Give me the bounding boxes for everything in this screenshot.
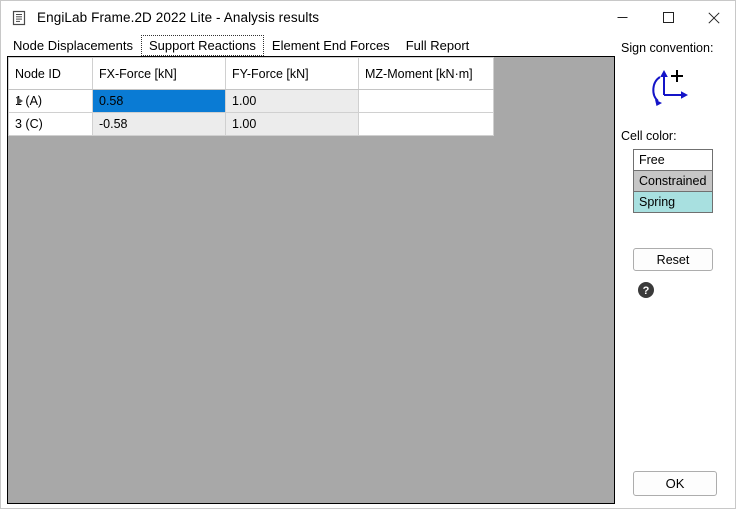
cell-fx-force[interactable]: 0.58 <box>92 89 226 113</box>
cell-fy-force[interactable]: 1.00 <box>225 89 359 113</box>
tab-node-displacements[interactable]: Node Displacements <box>5 35 141 56</box>
cell-node-id[interactable]: 3 (C) <box>8 112 93 136</box>
ok-button[interactable]: OK <box>633 471 717 496</box>
document-report-icon <box>11 10 27 26</box>
column-header-fx-force[interactable]: FX-Force [kN] <box>92 57 226 90</box>
tab-support-reactions[interactable]: Support Reactions <box>140 35 264 56</box>
window-controls <box>599 1 735 34</box>
support-reactions-table: Node ID FX-Force [kN] FY-Force [kN] MZ-M… <box>8 57 494 136</box>
legend-item-constrained[interactable]: Constrained <box>633 170 713 192</box>
node-id-label: 3 (C) <box>15 117 43 131</box>
column-header-node-id[interactable]: Node ID <box>8 57 93 90</box>
sign-convention-label: Sign convention: <box>621 41 714 55</box>
support-reactions-grid-panel[interactable]: Node ID FX-Force [kN] FY-Force [kN] MZ-M… <box>7 56 615 504</box>
reset-button[interactable]: Reset <box>633 248 713 271</box>
help-question-icon[interactable]: ? <box>637 281 655 299</box>
window-title: EngiLab Frame.2D 2022 Lite - Analysis re… <box>37 10 320 25</box>
column-header-fy-force[interactable]: FY-Force [kN] <box>225 57 359 90</box>
column-header-mz-moment[interactable]: MZ-Moment [kN·m] <box>358 57 494 90</box>
row-selector-arrow-icon <box>17 97 23 105</box>
title-bar: EngiLab Frame.2D 2022 Lite - Analysis re… <box>1 1 735 34</box>
svg-text:?: ? <box>643 285 650 297</box>
legend-item-free[interactable]: Free <box>633 149 713 171</box>
cell-node-id[interactable]: 1 (A) <box>8 89 93 113</box>
cell-mz-moment[interactable] <box>358 112 494 136</box>
legend-item-spring[interactable]: Spring <box>633 191 713 213</box>
tab-element-end-forces[interactable]: Element End Forces <box>264 35 398 56</box>
sign-convention-icon <box>643 61 697 111</box>
cell-color-label: Cell color: <box>621 129 677 143</box>
table-row[interactable]: 3 (C) -0.58 1.00 <box>8 112 494 136</box>
cell-color-legend: Free Constrained Spring <box>621 149 733 213</box>
analysis-results-window: EngiLab Frame.2D 2022 Lite - Analysis re… <box>0 0 736 509</box>
cell-fx-force[interactable]: -0.58 <box>92 112 226 136</box>
cell-fy-force[interactable]: 1.00 <box>225 112 359 136</box>
table-row[interactable]: 1 (A) 0.58 1.00 <box>8 89 494 113</box>
close-button[interactable] <box>691 1 735 34</box>
tab-full-report[interactable]: Full Report <box>398 35 478 56</box>
cell-mz-moment[interactable] <box>358 89 494 113</box>
maximize-button[interactable] <box>645 1 691 34</box>
minimize-button[interactable] <box>599 1 645 34</box>
side-panel: Sign convention: Cell color: Free Constr… <box>621 41 733 506</box>
table-header-row: Node ID FX-Force [kN] FY-Force [kN] MZ-M… <box>8 57 494 90</box>
